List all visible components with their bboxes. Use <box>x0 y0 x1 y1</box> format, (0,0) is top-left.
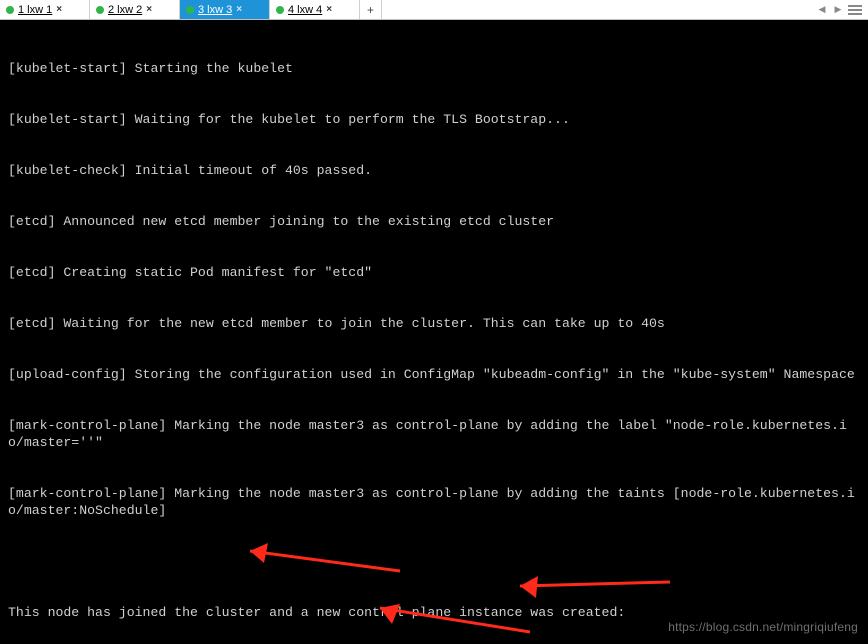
scroll-left-icon[interactable]: ◀ <box>816 4 828 16</box>
tab-label: 4 lxw 4 <box>288 4 322 16</box>
terminal-line: [mark-control-plane] Marking the node ma… <box>8 417 860 451</box>
status-dot-icon <box>276 6 284 14</box>
status-dot-icon <box>96 6 104 14</box>
scroll-right-icon[interactable]: ▶ <box>832 4 844 16</box>
tab-controls: ◀ ▶ <box>810 0 868 19</box>
status-dot-icon <box>186 6 194 14</box>
status-dot-icon <box>6 6 14 14</box>
new-tab-button[interactable]: + <box>360 0 382 19</box>
close-icon[interactable]: × <box>236 4 242 15</box>
terminal-line: [kubelet-start] Waiting for the kubelet … <box>8 111 860 128</box>
terminal-line: [kubelet-start] Starting the kubelet <box>8 60 860 77</box>
terminal-line: [kubelet-check] Initial timeout of 40s p… <box>8 162 860 179</box>
tab-4[interactable]: 4 lxw 4 × <box>270 0 360 19</box>
close-icon[interactable]: × <box>56 4 62 15</box>
tab-label: 1 lxw 1 <box>18 4 52 16</box>
tab-2[interactable]: 2 lxw 2 × <box>90 0 180 19</box>
terminal-line: [etcd] Announced new etcd member joining… <box>8 213 860 230</box>
terminal-line: [upload-config] Storing the configuratio… <box>8 366 860 383</box>
tab-1[interactable]: 1 lxw 1 × <box>0 0 90 19</box>
terminal-line: [etcd] Waiting for the new etcd member t… <box>8 315 860 332</box>
watermark: https://blog.csdn.net/mingriqiufeng <box>668 619 858 636</box>
menu-icon[interactable] <box>848 5 862 15</box>
close-icon[interactable]: × <box>146 4 152 15</box>
annotation-arrow-icon <box>500 572 680 602</box>
tab-label: 3 lxw 3 <box>198 4 232 16</box>
tab-3[interactable]: 3 lxw 3 × <box>180 0 270 19</box>
terminal-line: [mark-control-plane] Marking the node ma… <box>8 485 860 519</box>
terminal-line <box>8 553 860 570</box>
tab-strip: 1 lxw 1 × 2 lxw 2 × 3 lxw 3 × 4 lxw 4 × … <box>0 0 868 20</box>
tab-label: 2 lxw 2 <box>108 4 142 16</box>
terminal-line: [etcd] Creating static Pod manifest for … <box>8 264 860 281</box>
close-icon[interactable]: × <box>326 4 332 15</box>
terminal-output[interactable]: [kubelet-start] Starting the kubelet [ku… <box>0 20 868 644</box>
